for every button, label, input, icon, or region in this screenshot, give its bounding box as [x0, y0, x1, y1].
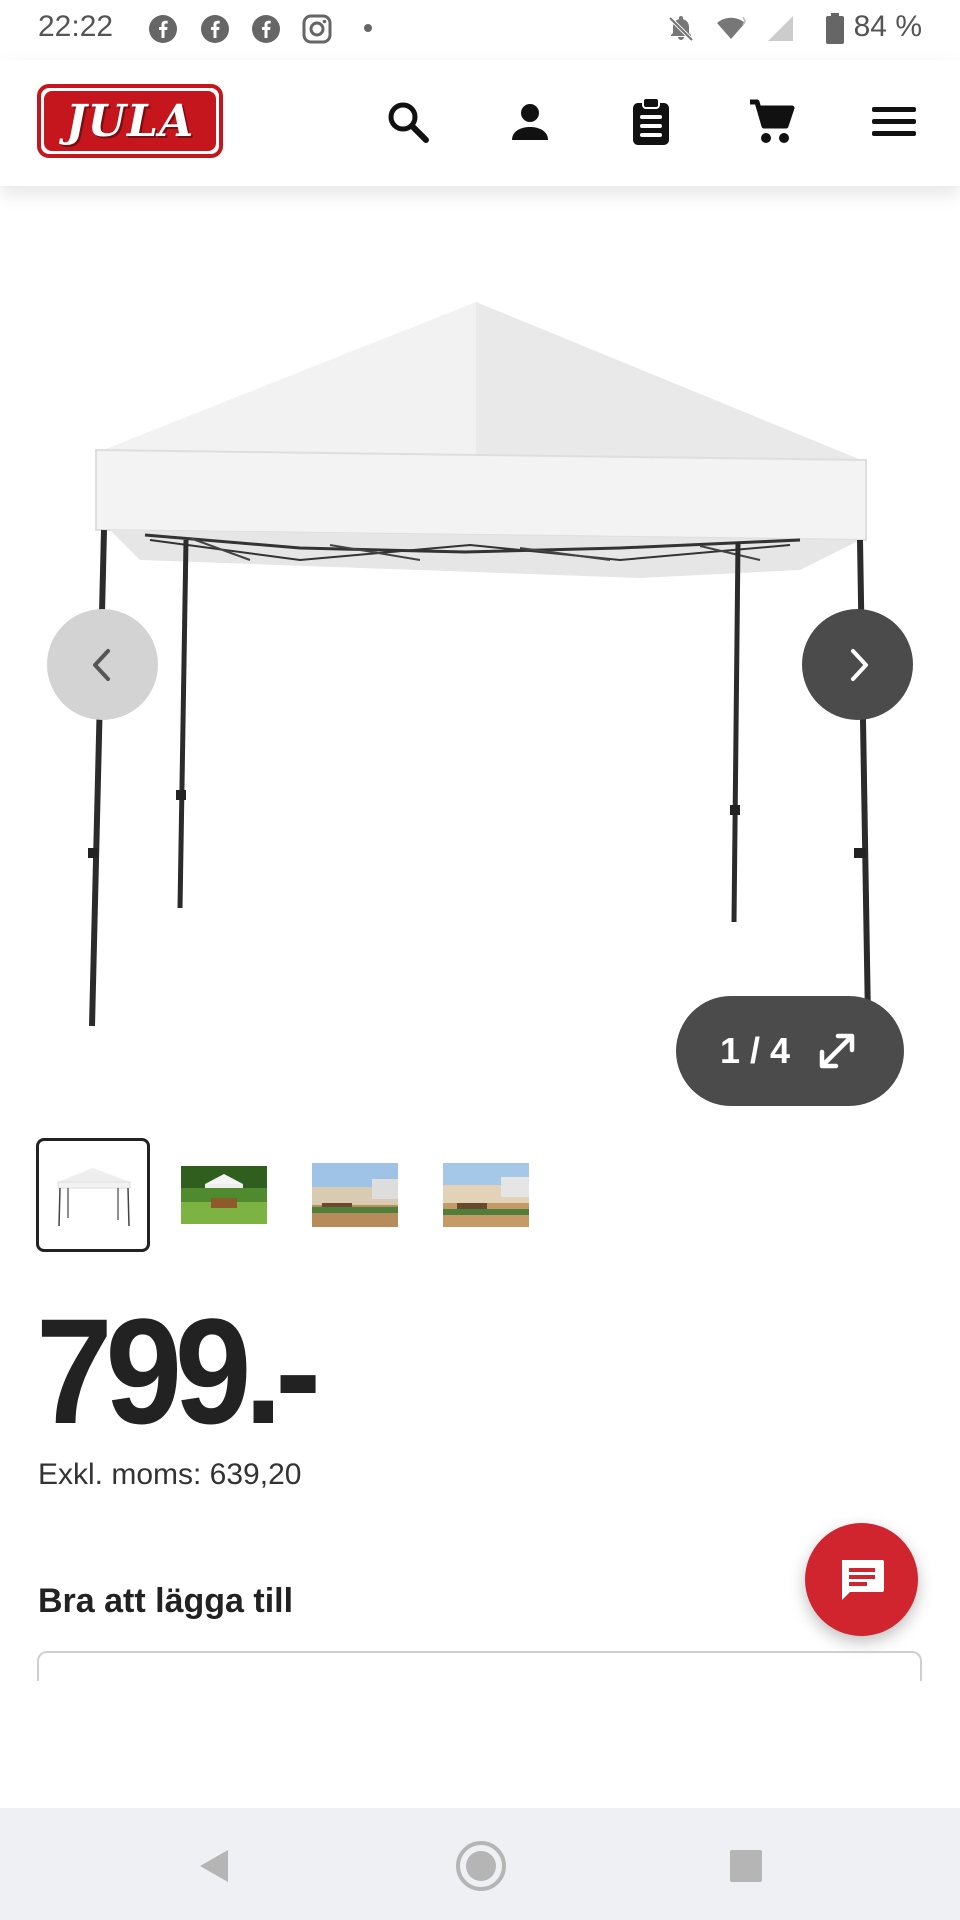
gallery-counter: 1 / 4	[719, 1030, 791, 1071]
expand-icon	[819, 1033, 855, 1069]
nav-back-button[interactable]	[186, 1838, 242, 1894]
search-button[interactable]	[378, 92, 438, 152]
cart-button[interactable]	[742, 92, 802, 152]
thumbnail-1[interactable]	[36, 1138, 150, 1252]
thumbnail-image	[57, 1168, 131, 1227]
logo-text: JULA	[65, 95, 195, 147]
addons-heading: Bra att lägga till	[38, 1582, 294, 1620]
signal-icon	[768, 16, 793, 41]
search-icon	[388, 102, 429, 143]
shopping-list-button[interactable]	[621, 92, 681, 152]
cart-icon	[750, 99, 795, 143]
nav-home-button[interactable]	[453, 1838, 509, 1894]
chevron-left-icon	[92, 648, 110, 681]
battery-percent: 84 %	[853, 10, 922, 43]
thumbnail-2[interactable]	[167, 1138, 281, 1252]
recents-square-icon	[730, 1850, 762, 1882]
status-bar: 22:22 84 %	[0, 0, 960, 60]
account-button[interactable]	[500, 92, 560, 152]
instagram-icon	[302, 14, 332, 44]
thumbnail-4[interactable]	[429, 1138, 543, 1252]
chat-button[interactable]	[805, 1523, 918, 1636]
system-nav-bar	[0, 1808, 960, 1920]
menu-icon	[872, 107, 916, 136]
menu-button[interactable]	[864, 92, 924, 152]
facebook-icon	[201, 15, 229, 43]
chevron-right-icon	[850, 648, 868, 681]
gallery-counter-fullscreen[interactable]: 1 / 4	[676, 996, 904, 1106]
nav-recents-button[interactable]	[718, 1838, 774, 1894]
dot-icon	[364, 24, 372, 32]
chat-icon	[841, 1559, 884, 1600]
wifi-icon	[717, 16, 746, 39]
thumbnail-image	[443, 1163, 529, 1227]
home-circle-icon	[456, 1841, 506, 1891]
battery-icon	[826, 13, 844, 44]
status-time: 22:22	[38, 10, 114, 43]
addons-card[interactable]	[37, 1651, 922, 1681]
clipboard-icon	[633, 97, 669, 145]
jula-logo[interactable]: JULA	[37, 84, 223, 158]
back-triangle-icon	[200, 1850, 228, 1882]
facebook-icon	[149, 15, 177, 43]
thumbnail-3[interactable]	[298, 1138, 412, 1252]
thumbnail-image	[312, 1163, 398, 1227]
bell-off-icon	[668, 16, 694, 42]
gallery-prev-button[interactable]	[47, 609, 158, 720]
account-icon	[512, 104, 548, 140]
price-excl-vat: Exkl. moms: 639,20	[38, 1458, 302, 1491]
site-header: JULA	[0, 60, 960, 186]
facebook-icon	[252, 15, 280, 43]
product-price: 799.-	[36, 1287, 321, 1455]
gallery-next-button[interactable]	[802, 609, 913, 720]
thumbnail-image	[181, 1166, 267, 1224]
